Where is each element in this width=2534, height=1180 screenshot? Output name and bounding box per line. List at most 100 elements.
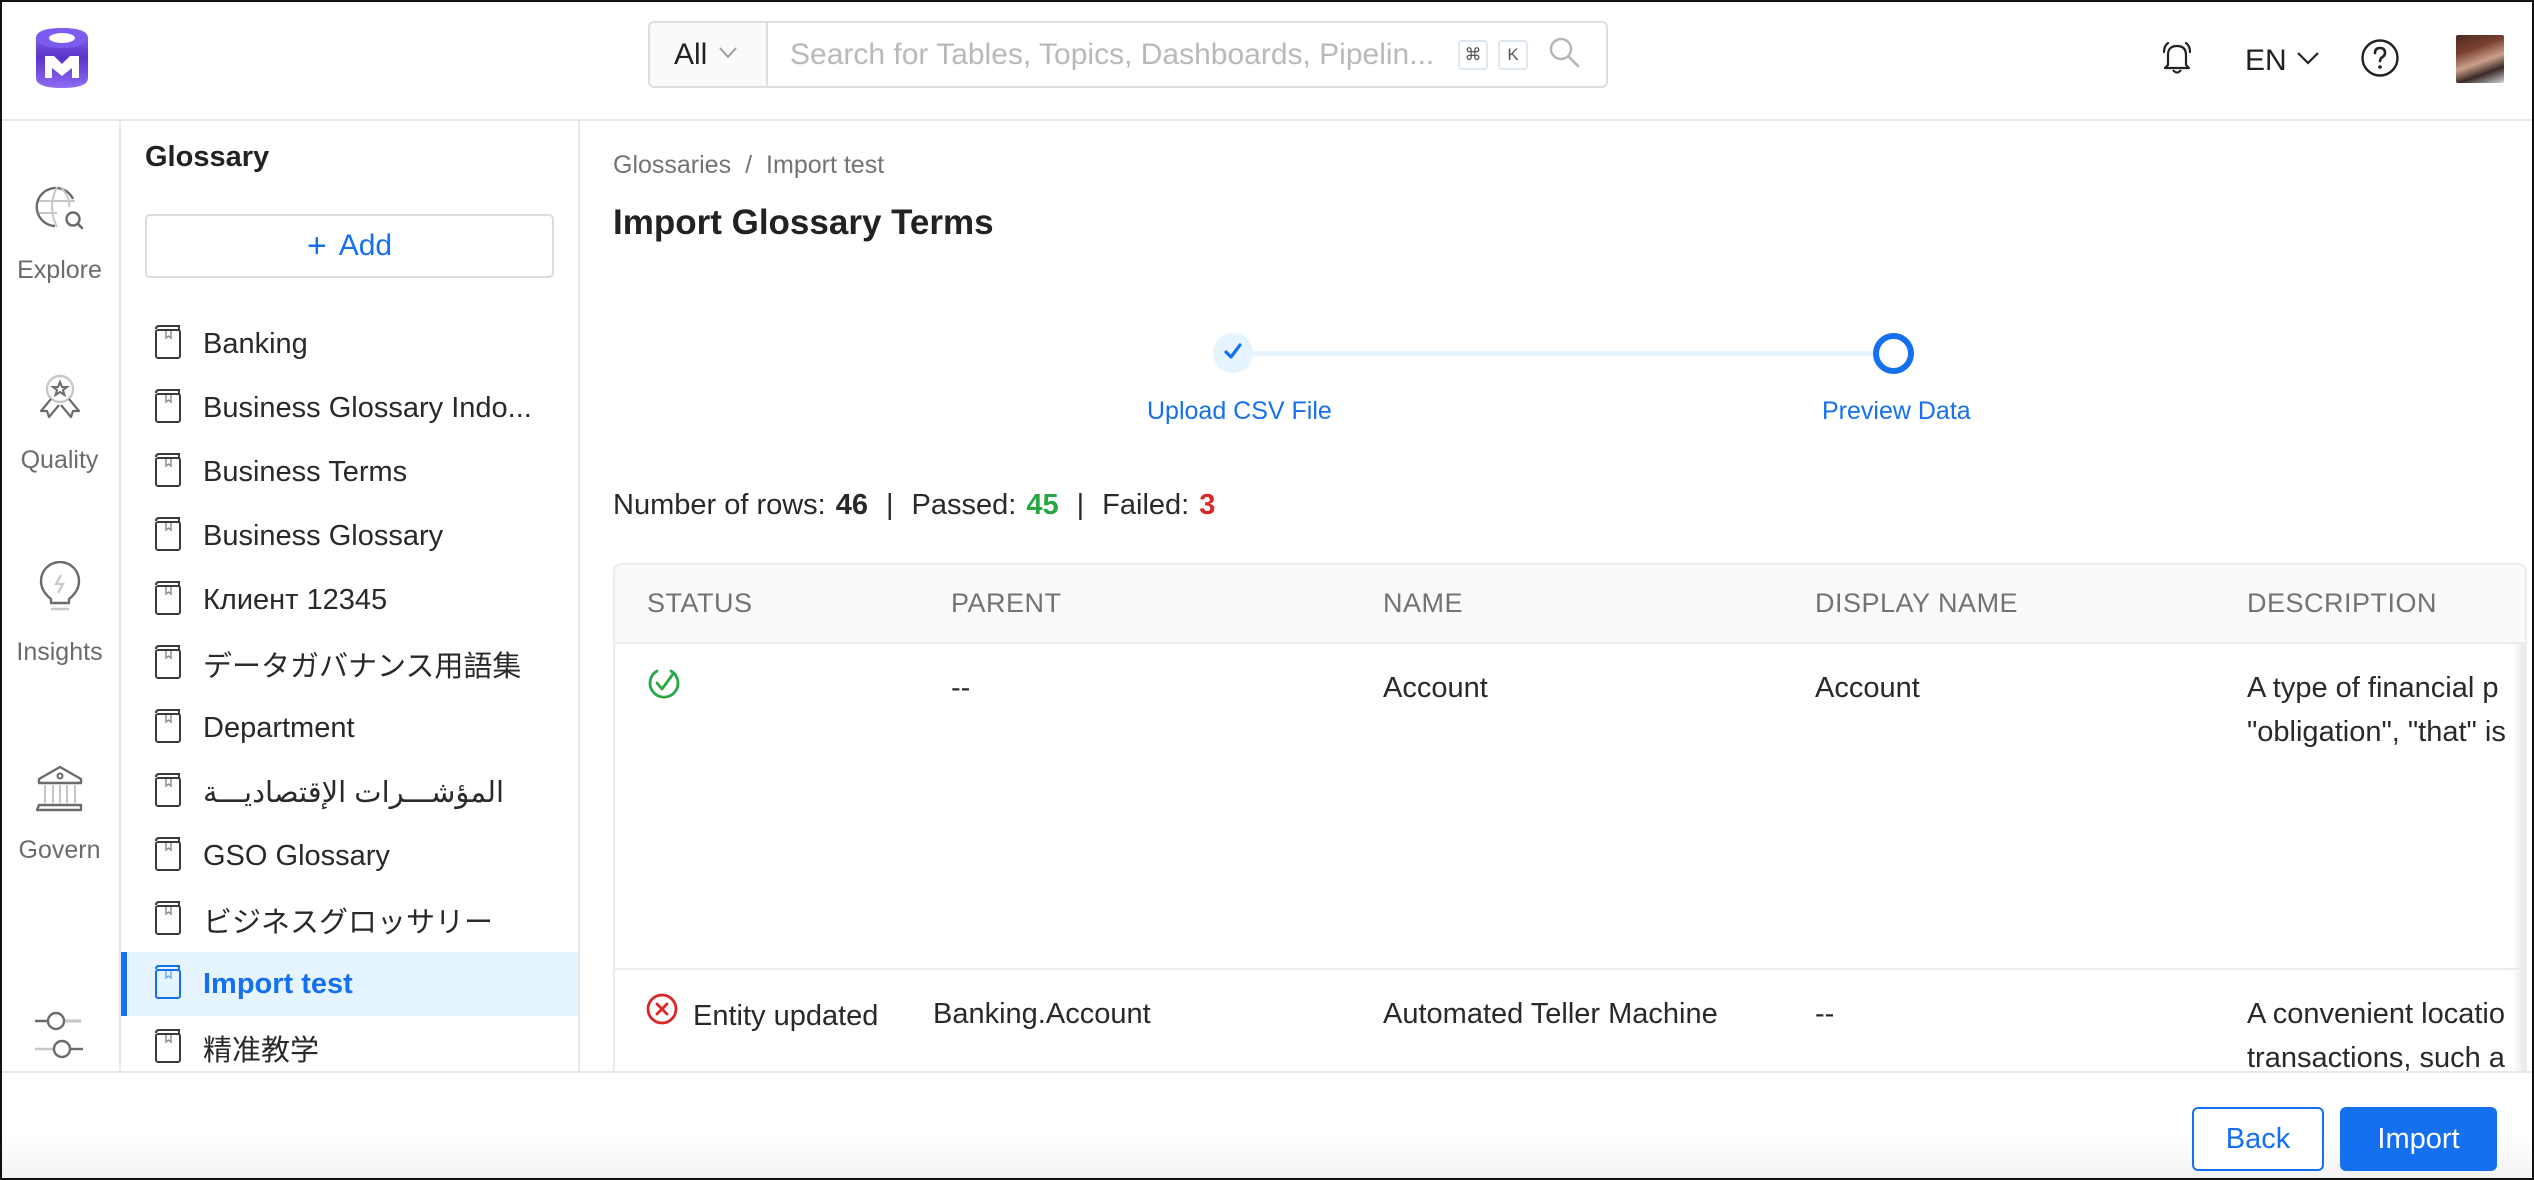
glossary-list: Banking Business Glossary Indo... Business… [121,312,578,1071]
glossary-item-label: Business Glossary Indo... [203,391,532,424]
glossary-item[interactable]: Import test [121,952,578,1016]
stepper-connector [1233,351,1893,356]
glossary-item-label: Department [203,711,355,744]
glossary-item[interactable]: GSO Glossary [121,824,578,888]
display-name-cell: -- [1783,969,2215,1071]
glossary-item[interactable]: データガバナンス用語集 [121,632,578,696]
book-icon [153,772,183,813]
step-label-upload: Upload CSV File [1147,397,1332,425]
preview-table: STATUS PARENT NAME DISPLAY NAME DESCRIPT… [615,565,2525,1071]
user-avatar[interactable] [2456,35,2504,83]
book-icon [153,964,183,1005]
add-glossary-button[interactable]: + Add [145,214,554,278]
glossary-item[interactable]: Business Terms [121,440,578,504]
stats-separator: | [1076,489,1085,521]
glossary-panel-title: Glossary [145,141,270,173]
language-selector[interactable]: EN [2245,0,2319,121]
book-icon [153,452,183,493]
bank-icon [33,761,87,820]
glossary-item[interactable]: ビジネスグロッサリー [121,888,578,952]
import-stepper: Upload CSV File Preview Data [580,121,2532,441]
name-cell: Automated Teller Machine [1351,969,1783,1071]
display-name-cell: Account [1783,643,2215,970]
passed-value: 45 [1026,489,1059,521]
stats-separator: | [886,489,894,521]
top-navbar: All ⌘ K EN [0,0,2534,121]
book-icon [153,836,183,877]
success-check-icon [647,666,681,713]
language-label: EN [2245,43,2287,77]
description-line: "obligation", "that" is [2247,716,2506,748]
book-icon [153,324,183,365]
glossary-item-label: ビジネスグロッサリー [203,907,494,939]
name-cell: Account [1351,643,1783,970]
status-cell: Entity updated [615,969,919,1071]
table-row: -- Account Account A type of financial p… [615,643,2525,970]
book-icon [153,580,183,621]
nav-insights[interactable]: Insights [0,560,119,667]
nav-label: Explore [17,256,102,284]
import-button[interactable]: Import [2340,1107,2497,1171]
glossary-item-label: Business Glossary [203,519,444,552]
nav-quality[interactable]: Quality [0,371,119,475]
parent-cell: -- [919,643,1351,970]
glossary-item[interactable]: Клиент 12345 [121,568,578,632]
help-icon [2360,38,2400,83]
glossary-item[interactable]: Business Glossary Indo... [121,376,578,440]
action-footer: Back Import [0,1071,2534,1180]
nav-explore[interactable]: Explore [0,181,119,285]
column-header-status: STATUS [615,565,919,644]
glossary-item[interactable]: Business Glossary [121,504,578,568]
glossary-item[interactable]: 精准教学 [121,1016,578,1071]
nav-settings[interactable] [0,1011,119,1066]
status-cell [615,643,919,970]
description-cell: A type of financial p "obligation", "tha… [2215,643,2525,970]
glossary-panel: Glossary + Add Banking Business Glossary … [121,121,580,1071]
glossary-item[interactable]: المؤشـــرات الإقتصاديـــة [121,760,578,824]
import-stats: Number of rows: 46 | Passed: 45 | Failed… [613,489,1215,522]
help-button[interactable] [2360,0,2400,121]
globe-search-icon [33,181,87,240]
step-upload-completed [1213,333,1253,373]
glossary-item-label: GSO Glossary [203,839,390,872]
left-nav: Explore Quality Insights Govern [0,121,121,1071]
back-button[interactable]: Back [2192,1107,2324,1171]
notifications-button[interactable] [2160,0,2194,121]
app-logo[interactable] [34,26,90,90]
table-row: Entity updated Banking.Account Automated… [615,969,2525,1071]
search-scope-dropdown[interactable]: All [650,23,768,86]
glossary-item-label: المؤشـــرات الإقتصاديـــة [203,776,505,809]
glossary-item-label: Клиент 12345 [203,583,388,616]
search-icon[interactable] [1548,36,1580,73]
failed-label: Failed: [1102,489,1190,521]
description-cell: A convenient locatio transactions, such … [2215,969,2525,1071]
nav-label: Insights [16,638,103,666]
global-search: All ⌘ K [648,21,1608,88]
plus-icon: + [306,227,327,265]
description-line: transactions, such a [2247,1042,2505,1071]
description-line: A convenient locatio [2247,998,2505,1030]
preview-table-container[interactable]: STATUS PARENT NAME DISPLAY NAME DESCRIPT… [613,563,2527,1071]
lightbulb-icon [33,560,87,622]
table-header-row: STATUS PARENT NAME DISPLAY NAME DESCRIPT… [615,565,2525,644]
shortcut-key-cmd: ⌘ [1458,39,1488,70]
column-header-name: NAME [1351,565,1783,644]
add-label: Add [338,229,393,262]
chevron-down-icon [719,46,738,64]
description-line: A type of financial p [2247,672,2499,704]
glossary-item-label: 精准教学 [203,1035,320,1067]
parent-cell: Banking.Account [919,969,1351,1071]
book-icon [153,1028,183,1069]
book-icon [153,516,183,557]
step-preview-active [1873,333,1914,374]
glossary-item[interactable]: Department [121,696,578,760]
status-text: Entity updated [693,999,879,1032]
column-header-parent: PARENT [919,565,1351,644]
check-icon [1223,342,1243,365]
bell-icon [2160,40,2194,81]
search-input[interactable] [768,37,1458,72]
nav-label: Quality [20,446,99,474]
step-label-preview: Preview Data [1822,397,1971,425]
glossary-item[interactable]: Banking [121,312,578,376]
nav-govern[interactable]: Govern [0,761,119,865]
